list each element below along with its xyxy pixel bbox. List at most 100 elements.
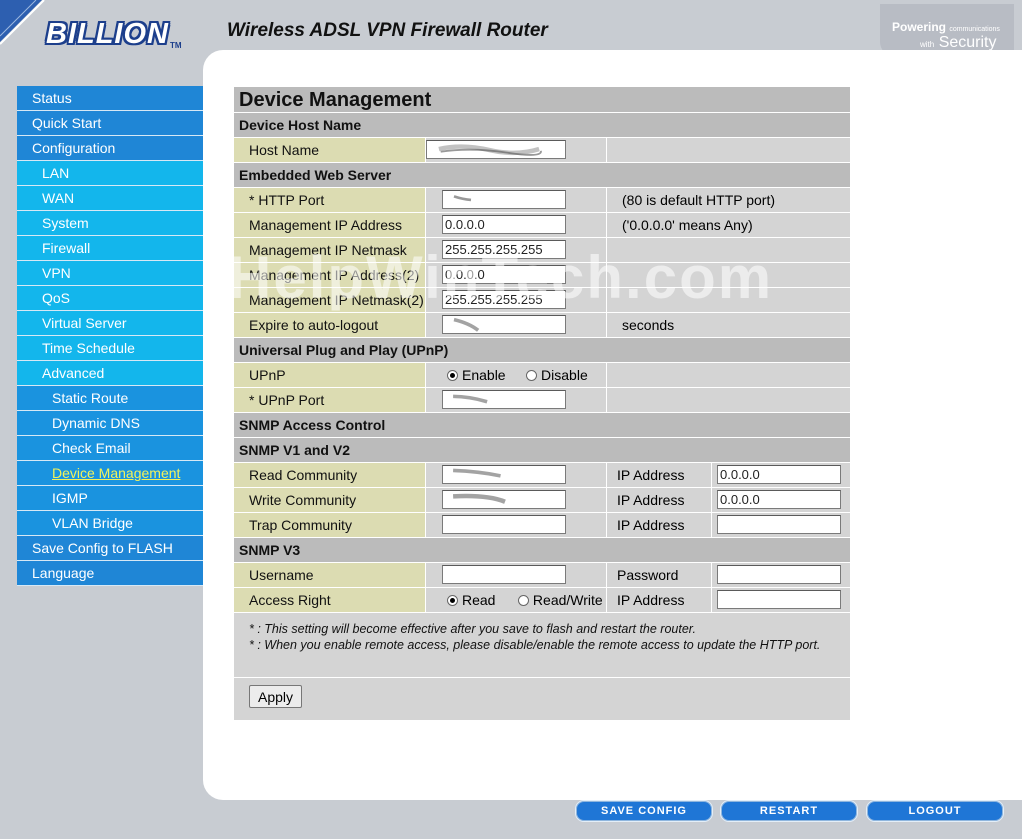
trap-ip-input[interactable] <box>717 515 841 534</box>
host-name-label: Host Name <box>234 138 426 163</box>
trademark-mark: TM <box>170 41 182 50</box>
section-device-host-name: Device Host Name <box>234 113 850 138</box>
sidebar-item-check-email[interactable]: Check Email <box>17 436 203 461</box>
read-ip-cell <box>712 463 850 488</box>
restart-button[interactable]: RESTART <box>720 800 858 822</box>
sidebar-item-system[interactable]: System <box>17 211 203 236</box>
trap-community-cell <box>426 513 607 538</box>
save-config-button[interactable]: SAVE CONFIG <box>575 800 713 822</box>
sidebar-item-save-config[interactable]: Save Config to FLASH <box>17 536 203 561</box>
trap-community-input[interactable] <box>442 515 566 534</box>
mgmt-ip-cell <box>426 213 607 238</box>
mgmt-mask2-spacer <box>607 288 850 313</box>
sidebar-item-vpn[interactable]: VPN <box>17 261 203 286</box>
section-upnp: Universal Plug and Play (UPnP) <box>234 338 850 363</box>
sidebar-item-device-management[interactable]: Device Management <box>17 461 203 486</box>
read-community-label: Read Community <box>234 463 426 488</box>
mgmt-ip-input[interactable] <box>442 215 566 234</box>
upnp-spacer <box>607 363 850 388</box>
upnp-port-label: * UPnP Port <box>234 388 426 413</box>
sidebar-item-qos[interactable]: QoS <box>17 286 203 311</box>
apply-button[interactable]: Apply <box>249 685 303 708</box>
sidebar-item-lan[interactable]: LAN <box>17 161 203 186</box>
obscured-value-graphic <box>453 394 488 404</box>
upnp-enable-label: Enable <box>462 367 506 383</box>
access-readwrite-radio[interactable]: Read/Write <box>517 592 603 608</box>
write-ip-cell <box>712 488 850 513</box>
mgmt-mask-input[interactable] <box>442 240 566 259</box>
mgmt-mask-cell <box>426 238 607 263</box>
obscured-value-graphic <box>452 493 506 504</box>
trap-community-row: Trap Community IP Address <box>234 513 850 538</box>
v3-ip-input[interactable] <box>717 590 841 609</box>
mgmt-mask2-row: Management IP Netmask(2) <box>234 288 850 313</box>
read-ip-label: IP Address <box>607 463 712 488</box>
expire-input[interactable] <box>442 315 566 334</box>
upnp-row: UPnP Enable Disable <box>234 363 850 388</box>
http-port-note: (80 is default HTTP port) <box>607 188 850 213</box>
note-remote-access: * : When you enable remote access, pleas… <box>249 638 821 652</box>
access-read-radio[interactable]: Read <box>447 592 495 608</box>
sidebar-item-firewall[interactable]: Firewall <box>17 236 203 261</box>
sidebar-item-wan[interactable]: WAN <box>17 186 203 211</box>
http-port-row: * HTTP Port (80 is default HTTP port) <box>234 188 850 213</box>
product-title: Wireless ADSL VPN Firewall Router <box>227 20 548 41</box>
mgmt-ip-row: Management IP Address ('0.0.0.0' means A… <box>234 213 850 238</box>
upnp-port-cell <box>426 388 607 413</box>
mgmt-mask-spacer <box>607 238 850 263</box>
read-ip-input[interactable] <box>717 465 841 484</box>
trap-community-label: Trap Community <box>234 513 426 538</box>
section-snmp-v3: SNMP V3 <box>234 538 850 563</box>
host-name-input[interactable] <box>426 140 566 159</box>
upnp-port-input[interactable] <box>442 390 566 409</box>
sidebar-item-time-schedule[interactable]: Time Schedule <box>17 336 203 361</box>
mgmt-mask2-input[interactable] <box>442 290 566 309</box>
username-input[interactable] <box>442 565 566 584</box>
sidebar-item-status[interactable]: Status <box>17 86 203 111</box>
v3-ip-cell <box>712 588 850 613</box>
read-community-input[interactable] <box>442 465 566 484</box>
page-title: Device Management <box>234 87 850 113</box>
write-ip-input[interactable] <box>717 490 841 509</box>
mgmt-ip2-input[interactable] <box>442 265 566 284</box>
password-cell <box>712 563 850 588</box>
http-port-label: * HTTP Port <box>234 188 426 213</box>
mgmt-ip2-cell <box>426 263 607 288</box>
mgmt-mask-row: Management IP Netmask <box>234 238 850 263</box>
expire-label: Expire to auto-logout <box>234 313 426 338</box>
sidebar-item-vlan-bridge[interactable]: VLAN Bridge <box>17 511 203 536</box>
upnp-options: Enable Disable <box>426 363 607 388</box>
sidebar-item-virtual-server[interactable]: Virtual Server <box>17 311 203 336</box>
apply-row: Apply <box>234 678 850 720</box>
write-community-input[interactable] <box>442 490 566 509</box>
radio-selected-icon <box>447 594 458 606</box>
upnp-disable-label: Disable <box>541 367 588 383</box>
sidebar-item-language[interactable]: Language <box>17 561 203 586</box>
upnp-enable-radio[interactable]: Enable <box>447 367 506 383</box>
mgmt-ip2-spacer <box>607 263 850 288</box>
sidebar-item-dynamic-dns[interactable]: Dynamic DNS <box>17 411 203 436</box>
access-right-label: Access Right <box>234 588 426 613</box>
access-right-options: Read Read/Write <box>426 588 607 613</box>
obscured-value-graphic <box>438 144 542 156</box>
trap-ip-cell <box>712 513 850 538</box>
sidebar-item-igmp[interactable]: IGMP <box>17 486 203 511</box>
sidebar-item-advanced[interactable]: Advanced <box>17 361 203 386</box>
mgmt-ip-label: Management IP Address <box>234 213 426 238</box>
section-snmp-v1-v2: SNMP V1 and V2 <box>234 438 850 463</box>
http-port-input[interactable] <box>442 190 566 209</box>
sidebar-item-static-route[interactable]: Static Route <box>17 386 203 411</box>
sidebar-item-configuration[interactable]: Configuration <box>17 136 203 161</box>
mgmt-ip2-label: Management IP Address(2) <box>234 263 426 288</box>
write-community-cell <box>426 488 607 513</box>
mgmt-mask2-label: Management IP Netmask(2) <box>234 288 426 313</box>
password-input[interactable] <box>717 565 841 584</box>
upnp-disable-radio[interactable]: Disable <box>526 367 588 383</box>
host-name-row: Host Name <box>234 138 850 163</box>
username-label: Username <box>234 563 426 588</box>
logout-button[interactable]: LOGOUT <box>866 800 1004 822</box>
section-snmp-access: SNMP Access Control <box>234 413 850 438</box>
username-row: Username Password <box>234 563 850 588</box>
sidebar-item-quick-start[interactable]: Quick Start <box>17 111 203 136</box>
radio-unselected-icon <box>526 369 538 381</box>
